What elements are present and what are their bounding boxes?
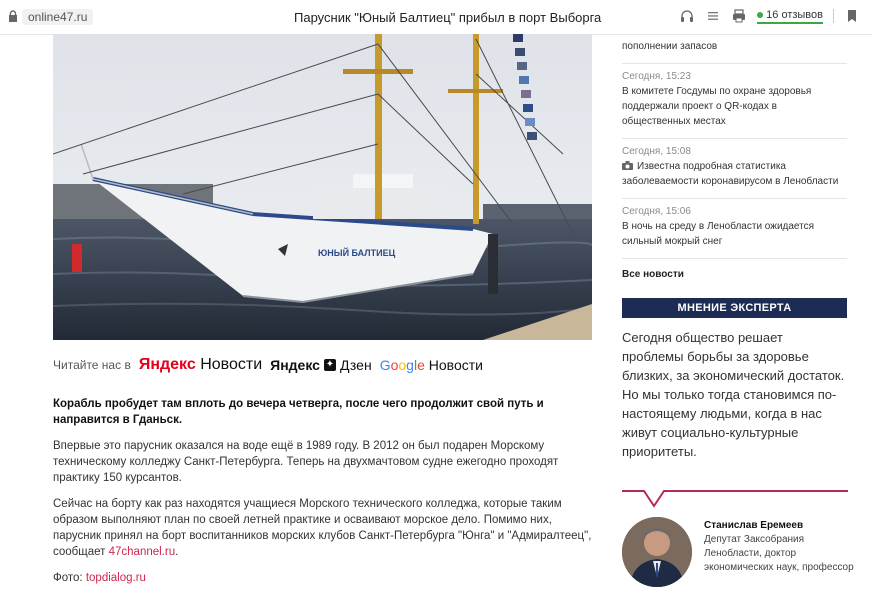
- top-bar: online47.ru Парусник "Юный Балтиец" приб…: [0, 0, 872, 35]
- headphones-icon[interactable]: [679, 8, 695, 24]
- expert-opinion-header: МНЕНИЕ ЭКСПЕРТА: [622, 298, 847, 318]
- zen-logo-icon: ✦: [323, 359, 336, 371]
- expert-quote: Сегодня общество решает проблемы борьбы …: [622, 330, 845, 459]
- yandex-news-link[interactable]: Яндекс Новости: [139, 356, 262, 374]
- article-paragraph-1: Впервые это парусник оказался на воде ещ…: [53, 440, 559, 484]
- article-lead: Корабль пробудет там вплоть до вечера че…: [53, 398, 544, 426]
- avatar: [622, 517, 692, 587]
- google-logo: Google: [379, 357, 425, 373]
- article-paragraph-2-end: .: [175, 546, 179, 558]
- news-time: Сегодня, 15:23: [622, 71, 691, 82]
- camera-icon: [622, 161, 633, 170]
- google-news-word: Новости: [428, 357, 483, 373]
- yandex-news-brand: Яндекс: [138, 356, 196, 373]
- reviews-count: 16 отзывов: [766, 8, 823, 21]
- article-body: Корабль пробудет там вплоть до вечера че…: [53, 396, 593, 596]
- yandex-zen-word: Дзен: [339, 357, 372, 373]
- ship-name-label: ЮНЫЙ БАЛТИЕЦ: [318, 247, 396, 258]
- read-us-label: Читайте нас в: [53, 358, 131, 372]
- news-item[interactable]: Сегодня, 15:06 В ночь на среду в Ленобла…: [622, 199, 847, 259]
- all-news-link[interactable]: Все новости: [622, 269, 847, 280]
- photo-credit-link[interactable]: topdialog.ru: [86, 572, 146, 584]
- sidebar: пополнении запасов Сегодня, 15:23 В коми…: [622, 34, 847, 461]
- photo-credit-label: Фото:: [53, 572, 83, 584]
- page-title: Парусник "Юный Балтиец" прибыл в порт Вы…: [294, 10, 602, 25]
- print-icon[interactable]: [731, 8, 747, 24]
- news-item-body: Известна подробная статистика заболеваем…: [622, 159, 847, 189]
- reviews-link[interactable]: 16 отзывов: [757, 9, 823, 24]
- google-news-link[interactable]: Google Новости: [380, 357, 483, 373]
- quote-pointer-divider: [622, 490, 848, 508]
- news-item-text: пополнении запасов: [622, 41, 718, 52]
- news-item[interactable]: Сегодня, 15:23 В комитете Госдумы по охр…: [622, 64, 847, 139]
- expert-info: Станислав Еремеев Депутат Заксобрания Ле…: [704, 519, 854, 575]
- expert-name[interactable]: Станислав Еремеев: [704, 519, 854, 533]
- news-item-text: В комитете Госдумы по охране здоровья по…: [622, 86, 812, 127]
- text-size-icon[interactable]: [705, 8, 721, 24]
- photo-credit: Фото: topdialog.ru: [53, 570, 593, 586]
- toolbar-divider: [833, 9, 834, 23]
- news-time: Сегодня, 15:08: [622, 146, 691, 157]
- online-dot-icon: [757, 11, 764, 18]
- news-time: Сегодня, 15:06: [622, 206, 691, 217]
- article-photo: ЮНЫЙ БАЛТИЕЦ: [53, 34, 592, 340]
- expert-title: Депутат Заксобрания Ленобласти, доктор э…: [704, 534, 854, 573]
- lock-icon: [9, 10, 17, 22]
- article-paragraph-2: Сейчас на борту как раз находятся учащие…: [53, 496, 593, 560]
- read-us-bar: Читайте нас в Яндекс Новости Яндекс ✦ Дзен…: [53, 356, 483, 374]
- news-item[interactable]: Сегодня, 15:08 Известна подробная статис…: [622, 139, 847, 199]
- news-item-partial[interactable]: пополнении запасов: [622, 34, 847, 64]
- bookmark-icon[interactable]: [844, 8, 860, 24]
- toolbar-icons: 16 отзывов: [679, 8, 860, 24]
- yandex-news-word: Новости: [200, 356, 263, 373]
- news-item-text: Известна подробная статистика заболеваем…: [622, 161, 839, 187]
- news-item-text: В ночь на среду в Ленобласти ожидается с…: [622, 221, 815, 247]
- site-domain[interactable]: online47.ru: [22, 9, 94, 25]
- yandex-zen-brand: Яндекс: [270, 357, 320, 373]
- source-link[interactable]: 47channel.ru: [109, 546, 176, 558]
- yandex-zen-link[interactable]: Яндекс ✦ Дзен: [270, 357, 372, 373]
